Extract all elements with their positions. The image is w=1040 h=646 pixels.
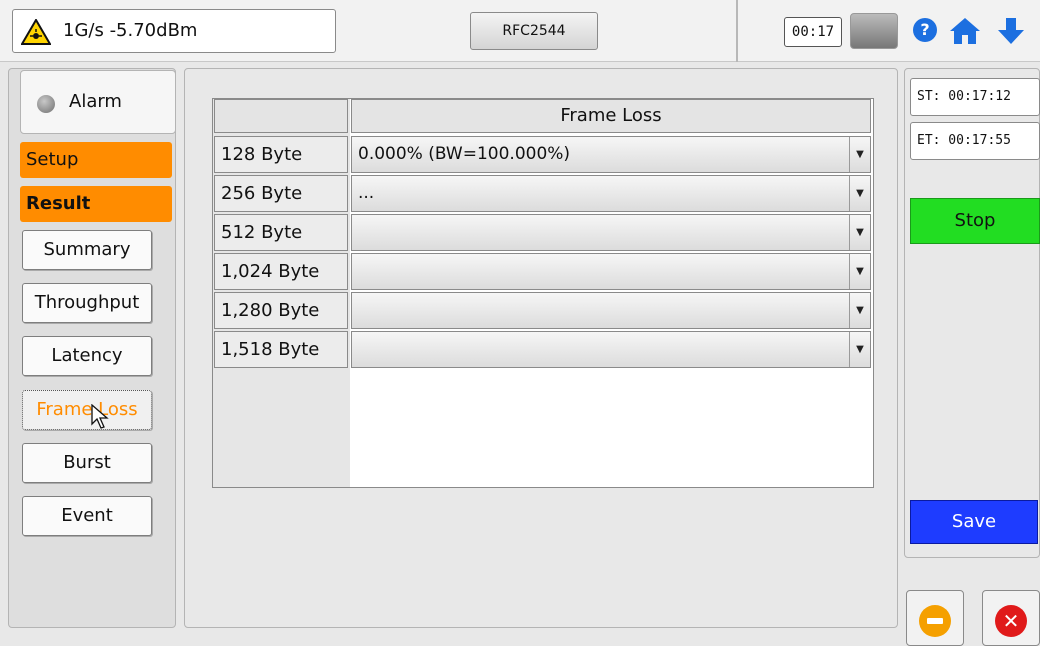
- home-icon[interactable]: [948, 16, 982, 46]
- help-icon[interactable]: ?: [913, 18, 937, 42]
- minus-icon: [919, 605, 951, 637]
- row-value-dropdown[interactable]: ▼: [351, 214, 871, 251]
- row-label-1280: 1,280 Byte: [214, 292, 348, 329]
- alarm-led-icon: [37, 95, 55, 113]
- row-value-dropdown[interactable]: ▼: [351, 331, 871, 368]
- dropdown-arrow-icon[interactable]: ▼: [849, 254, 870, 289]
- save-button[interactable]: Save: [910, 500, 1038, 544]
- row-label-512: 512 Byte: [214, 214, 348, 251]
- dropdown-arrow-icon[interactable]: ▼: [849, 332, 870, 367]
- dropdown-arrow-icon[interactable]: ▼: [849, 215, 870, 250]
- dropdown-arrow-icon[interactable]: ▼: [849, 137, 870, 172]
- nav-latency-button[interactable]: Latency: [22, 336, 152, 376]
- start-time: ST: 00:17:12: [910, 78, 1040, 116]
- dropdown-arrow-icon[interactable]: ▼: [849, 176, 870, 211]
- tab-result[interactable]: Result: [20, 186, 172, 222]
- dropdown-arrow-icon[interactable]: ▼: [849, 293, 870, 328]
- battery-icon: [850, 13, 898, 49]
- clock: 00:17: [784, 17, 842, 47]
- nav-burst-button[interactable]: Burst: [22, 443, 152, 483]
- row-value-text: 0.000% (BW=100.000%): [358, 144, 571, 164]
- minimize-button[interactable]: [906, 590, 964, 646]
- table-header-corner: [214, 99, 348, 133]
- tab-setup[interactable]: Setup: [20, 142, 172, 178]
- nav-throughput-button[interactable]: Throughput: [22, 283, 152, 323]
- divider: [736, 0, 738, 62]
- end-time: ET: 00:17:55: [910, 122, 1040, 160]
- download-arrow-icon[interactable]: [994, 16, 1028, 46]
- signal-status-box[interactable]: 1G/s -5.70dBm: [12, 9, 336, 53]
- signal-text: 1G/s -5.70dBm: [63, 20, 198, 41]
- status-bar: 1G/s -5.70dBm RFC2544 00:17 ?: [0, 0, 1040, 62]
- row-label-1024: 1,024 Byte: [214, 253, 348, 290]
- stop-button[interactable]: Stop: [910, 198, 1040, 244]
- row-label-128: 128 Byte: [214, 136, 348, 173]
- row-value-dropdown[interactable]: ... ▼: [351, 175, 871, 212]
- row-value-dropdown[interactable]: ▼: [351, 292, 871, 329]
- mouse-cursor-icon: [91, 404, 109, 429]
- close-icon: ✕: [995, 605, 1027, 637]
- nav-summary-button[interactable]: Summary: [22, 230, 152, 270]
- nav-event-button[interactable]: Event: [22, 496, 152, 536]
- alarm-indicator[interactable]: Alarm: [20, 70, 176, 134]
- row-value-dropdown[interactable]: 0.000% (BW=100.000%) ▼: [351, 136, 871, 173]
- row-label-1518: 1,518 Byte: [214, 331, 348, 368]
- close-button[interactable]: ✕: [982, 590, 1040, 646]
- nav-frame-loss-button[interactable]: Frame Loss: [22, 390, 152, 430]
- row-label-256: 256 Byte: [214, 175, 348, 212]
- alarm-label: Alarm: [69, 91, 122, 112]
- table-header-frame-loss: Frame Loss: [351, 99, 871, 133]
- row-value-dropdown[interactable]: ▼: [351, 253, 871, 290]
- row-value-text: ...: [358, 183, 375, 203]
- laser-warning-icon: [21, 19, 51, 45]
- test-mode-button[interactable]: RFC2544: [470, 12, 598, 50]
